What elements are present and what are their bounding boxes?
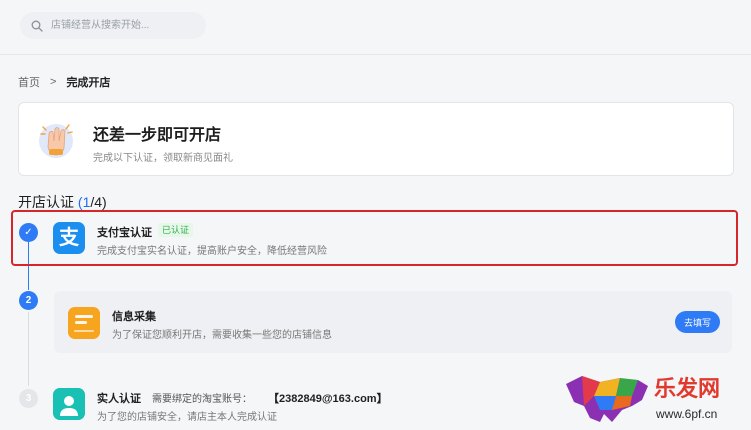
watermark-url: www.6pf.cn [655,407,717,421]
breadcrumb-home-link[interactable]: 首页 [18,74,40,90]
section-title-label: 开店认证 [18,194,74,210]
top-bar [0,0,751,55]
banner-title: 还差一步即可开店 [93,127,222,144]
watermark-brand: 乐发网 [654,376,720,401]
breadcrumb-current: 完成开店 [66,77,111,89]
breadcrumb-separator: > [50,76,57,88]
step-connector-2 [28,312,29,386]
step-2-title: 信息采集 [112,311,156,323]
highlight-frame [11,210,738,266]
search-icon [31,20,43,32]
step-3-description: 为了您的店铺安全，请店主本人完成认证 [97,412,277,423]
step-3-account-label: 需要绑定的淘宝账号： [152,394,252,405]
person-icon [53,388,85,420]
clapping-hands-icon [39,124,73,158]
section-title: 开店认证 (1/4) [18,192,107,212]
step-2-description: 为了保证您顺利开店，需要收集一些您的店铺信息 [112,330,332,341]
info-form-icon [68,307,100,339]
open-shop-banner: 还差一步即可开店 完成以下认证，领取新商见面礼 [18,102,734,176]
step-3-account: 【2382849@163.com】 [268,393,388,405]
search-input[interactable] [49,19,203,32]
banner-subtitle: 完成以下认证，领取新商见面礼 [93,153,233,164]
fill-in-button[interactable]: 去填写 [675,311,720,333]
step-2-number: 2 [19,291,38,310]
breadcrumb: 首页 > 完成开店 [18,74,110,90]
step-3-title: 实人认证 [97,393,141,405]
watermark-logo: 乐发网 www.6pf.cn [566,376,720,422]
step-3-number: 3 [19,389,38,408]
search-box[interactable] [20,12,206,39]
section-total: /4) [90,194,107,210]
